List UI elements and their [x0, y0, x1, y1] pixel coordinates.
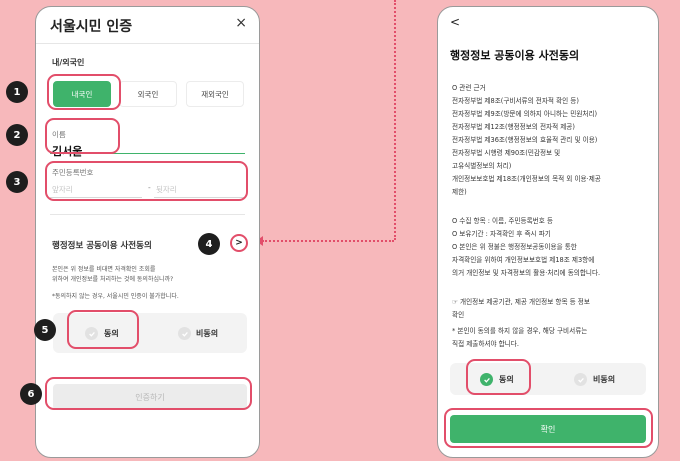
detail-line: O 관련 근거: [452, 84, 486, 92]
step-badge-1: 1: [6, 81, 28, 103]
disagree-option[interactable]: 비동의: [593, 374, 615, 385]
page-title: 서울시민 인증: [50, 19, 133, 35]
detail-line: O 본인은 위 정불은 행정정보공동이용을 통한: [452, 243, 577, 251]
step-badge-5: 5: [34, 319, 56, 341]
disagree-check-icon[interactable]: [178, 327, 191, 340]
nationality-option-overseas[interactable]: 재외국인: [186, 81, 244, 107]
disagree-check-icon[interactable]: [574, 373, 587, 386]
back-arrow-icon[interactable]: <: [450, 15, 460, 29]
highlight-ring-1: [47, 74, 121, 110]
consent-description-2: 위하여 개인정보를 처리하는 것에 동의하십니까?: [52, 276, 174, 283]
detail-line: * 본인이 동의를 하지 않을 경우, 해당 구비서류는: [452, 327, 588, 335]
detail-line: 확인: [452, 311, 465, 319]
detail-line: 전자정부법 제8조(구비서류의 전자적 확인 등): [452, 97, 579, 105]
step-badge-4: 4: [198, 233, 220, 255]
highlight-ring-6: [45, 377, 252, 410]
step-badge-6: 6: [20, 383, 42, 405]
detail-line: 개인정보보호법 제18조(개인정보의 목적 외 이용·제공: [452, 175, 601, 183]
disagree-option[interactable]: 비동의: [196, 328, 218, 339]
detail-line: 제한): [452, 188, 467, 196]
detail-line: 전자정부법 제36조(행정정보의 효율적 관리 및 이용): [452, 136, 598, 144]
detail-line: 전자정부법 시행령 제90조(민감정보 및: [452, 149, 561, 157]
close-icon[interactable]: ×: [235, 15, 247, 31]
detail-line: 직접 제출하셔야 합니다.: [452, 340, 519, 348]
consent-title: 행정정보 공동이용 사전동의: [52, 241, 152, 251]
header-divider: [36, 43, 259, 44]
step-badge-3: 3: [6, 171, 28, 193]
consent-description-1: 본인은 위 정보를 비대면 자격확인 조회를: [52, 266, 156, 273]
connector-line-vertical: [394, 0, 396, 240]
connector-line-horizontal: [262, 240, 394, 242]
highlight-ring-2: [45, 118, 120, 154]
detail-line: 전자정부법 제12조(행정정보의 전자적 제공): [452, 123, 575, 131]
detail-line: 의거 개인정보 및 자격정보의 활용·처리에 동의합니다.: [452, 269, 601, 277]
highlight-ring-5: [67, 310, 139, 349]
detail-line: 자격확인을 위하여 개인정보보호법 제18조 제3항에: [452, 256, 595, 264]
detail-line: O 보유기간 : 자격확인 후 즉시 파기: [452, 230, 551, 238]
highlight-ring-3: [45, 161, 248, 201]
nationality-option-foreigner[interactable]: 외국인: [119, 81, 177, 107]
consent-note: *동의하지 않는 경우, 서울시민 인증이 불가합니다.: [52, 293, 179, 300]
chevron-right-icon: >: [235, 237, 243, 248]
detail-line: ☞ 개인정보 제공기관, 제공 개인정보 항목 등 정보: [452, 298, 590, 306]
detail-line: O 수집 항목 : 이름, 주민등록번호 등: [452, 217, 553, 225]
section-divider: [50, 214, 245, 215]
detail-line: 전자정부법 제9조(방문에 의하지 아니하는 민원처리): [452, 110, 598, 118]
consent-detail-title: 행정정보 공동이용 사전동의: [450, 49, 580, 62]
nationality-label: 내/외국인: [52, 58, 85, 67]
highlight-ring-agree-detail: [466, 359, 531, 395]
consent-detail-chevron-button[interactable]: >: [230, 234, 248, 252]
step-badge-2: 2: [6, 124, 28, 146]
highlight-ring-confirm: [444, 408, 653, 448]
detail-line: 고유식별정보의 처리): [452, 162, 512, 170]
